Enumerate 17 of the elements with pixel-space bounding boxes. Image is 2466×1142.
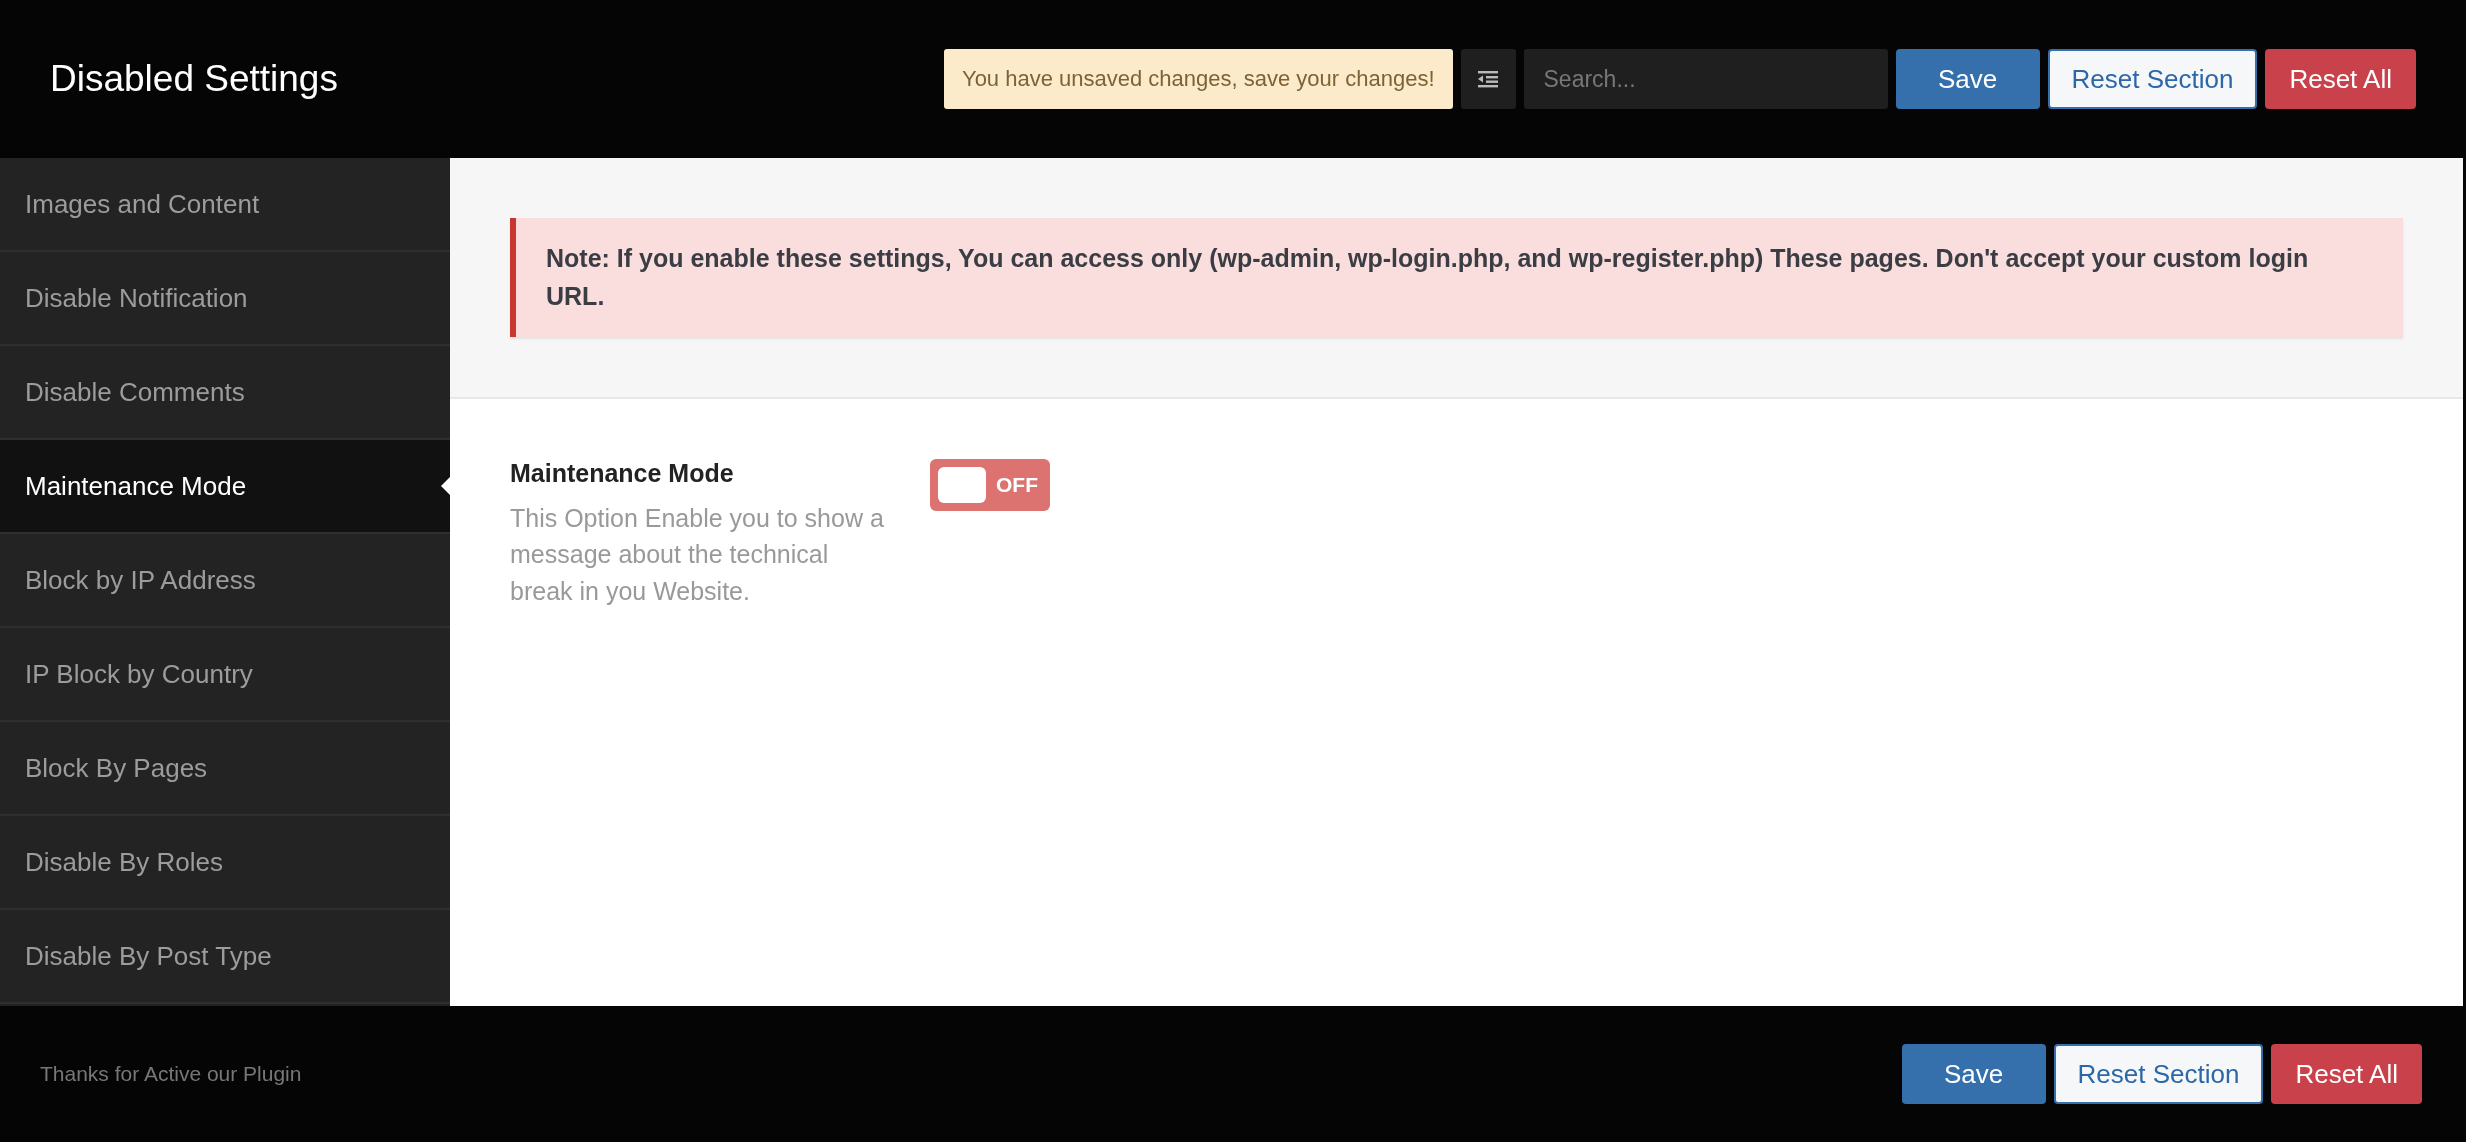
indent-icon	[1478, 70, 1498, 88]
field-description: This Option Enable you to show a message about the technical break in you Website.	[510, 503, 885, 607]
reset-all-button[interactable]: Reset All	[2265, 49, 2416, 109]
reset-section-button[interactable]: Reset Section	[2053, 1044, 2264, 1104]
save-button[interactable]: Save	[1895, 49, 2040, 109]
reset-section-button[interactable]: Reset Section	[2047, 49, 2258, 109]
search-field[interactable]: Search...	[1523, 49, 1888, 109]
page-title: Disabled Settings	[50, 58, 338, 100]
warning-note: Note: If you enable these settings, You can access only (wp-admin, wp-login.php, and wp-register.php) These pages. Don't accept your custom login URL.	[510, 218, 2403, 337]
reset-all-button[interactable]: Reset All	[2271, 1044, 2422, 1104]
toggle-switch[interactable]: OFF	[930, 459, 1050, 511]
footer-text: Thanks for Active our Plugin	[40, 1062, 302, 1086]
collapse-menu-button[interactable]	[1460, 49, 1516, 109]
save-button[interactable]: Save	[1901, 1044, 2046, 1104]
field-title: Maintenance Mode	[510, 459, 735, 488]
sidebar-item[interactable]: Maintenance Mode	[0, 440, 450, 534]
unsaved-notice: You have unsaved changes, save your changes!	[944, 49, 1453, 109]
